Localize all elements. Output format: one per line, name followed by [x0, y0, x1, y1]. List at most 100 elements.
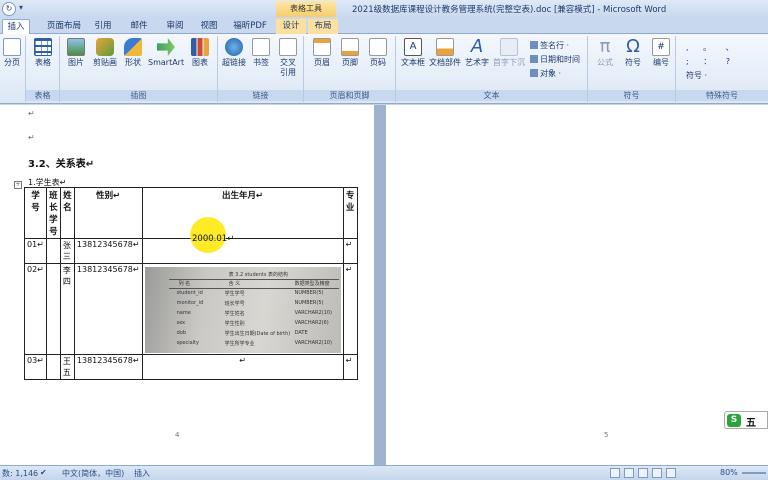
tab-view[interactable]: 视图: [196, 19, 222, 34]
birth-date-value[interactable]: 2000.01↵: [192, 234, 234, 244]
cell-name[interactable]: 王五: [59, 354, 75, 380]
window-controls[interactable]: [704, 2, 764, 16]
embedded-screenshot-image[interactable]: 表 3.2 students 表的结构 列 名 含 义 数据类型及精度 stud…: [144, 267, 341, 353]
symbol-button[interactable]: Ω 符号: [620, 38, 646, 68]
cell-major[interactable]: ↵: [342, 354, 358, 380]
image-cell: student_id: [176, 290, 203, 296]
cell-phone[interactable]: 13812345678↵: [73, 238, 143, 264]
cell-name[interactable]: 张三: [59, 238, 75, 264]
draft-view-icon[interactable]: [666, 468, 676, 478]
bookmark-icon: [252, 38, 270, 56]
hash-icon: #: [652, 38, 670, 56]
special-symbol-grid-1[interactable]: , 。 、: [686, 42, 740, 53]
tab-layout[interactable]: 布局: [308, 19, 338, 34]
page-4[interactable]: ↵ ↵ 3.2、关系表↵ + 1.学生表↵ 学号 班长学号 姓名 性别↵ 出生年…: [0, 105, 374, 465]
group-table: 表格 表格: [26, 36, 60, 102]
header-gender[interactable]: 性别↵: [73, 187, 143, 239]
page-number-label: 页码: [370, 58, 386, 67]
cross-reference-label: 交叉 引用: [280, 58, 296, 77]
image-cell: specialty: [176, 340, 199, 346]
table-icon: [34, 38, 52, 56]
cell-phone[interactable]: 13812345678↵: [73, 263, 143, 355]
tab-insert[interactable]: 插入: [2, 19, 30, 34]
cell-student-id[interactable]: 01↵: [24, 238, 47, 264]
cross-reference-button[interactable]: 交叉 引用: [276, 38, 300, 78]
symbol-label: 符号: [625, 58, 641, 67]
tab-mailings[interactable]: 邮件: [126, 19, 152, 34]
tab-review[interactable]: 审阅: [162, 19, 188, 34]
table-label: 表格: [35, 58, 51, 67]
tab-references[interactable]: 引用: [90, 19, 116, 34]
zoom-slider[interactable]: [742, 472, 766, 474]
numbering-button[interactable]: # 编号: [648, 38, 674, 68]
cell-monitor-id[interactable]: [45, 263, 61, 355]
cell-phone[interactable]: 13812345678↵: [73, 354, 143, 380]
group-text: A 文本框 文档部件 A 艺术字 首字下沉 签名行 · 日期和时间 对象 · 文…: [396, 36, 588, 102]
cell-birth-with-image[interactable]: 表 3.2 students 表的结构 列 名 含 义 数据类型及精度 stud…: [141, 263, 344, 355]
paragraph-mark: ↵: [28, 133, 35, 142]
cell-monitor-id[interactable]: [45, 354, 61, 380]
refresh-icon[interactable]: ↻: [2, 2, 16, 16]
object-button[interactable]: 对象 ·: [530, 68, 561, 79]
header-student-id[interactable]: 学号: [24, 187, 47, 239]
insert-mode-indicator[interactable]: 插入: [134, 468, 150, 479]
table-move-handle-icon[interactable]: +: [14, 181, 22, 189]
ime-mode[interactable]: 五: [746, 414, 756, 429]
ribbon: 分页 表格 表格 图片 剪贴画 形状 SmartArt 图表 插图 超链接 书签…: [0, 34, 768, 104]
special-symbol-grid-2[interactable]: ; ： ?: [686, 56, 736, 67]
group-illustrations: 图片 剪贴画 形状 SmartArt 图表 插图: [60, 36, 218, 102]
wordart-button[interactable]: A 艺术字: [462, 38, 492, 68]
outline-view-icon[interactable]: [652, 468, 662, 478]
page-number-button[interactable]: 页码: [366, 38, 390, 68]
header-birth[interactable]: 出生年月↵: [141, 187, 344, 239]
cell-birth[interactable]: ↵: [141, 354, 344, 380]
tab-foxit-pdf[interactable]: 福昕PDF: [230, 19, 270, 34]
cell-major[interactable]: ↵: [342, 263, 358, 355]
smartart-button[interactable]: SmartArt: [148, 38, 184, 68]
zoom-level[interactable]: 80%: [720, 468, 738, 477]
cell-birth[interactable]: [141, 238, 344, 264]
cell-monitor-id[interactable]: [45, 238, 61, 264]
page-5[interactable]: 5: [386, 105, 768, 465]
date-time-button[interactable]: 日期和时间: [530, 54, 580, 65]
equation-button[interactable]: π 公式: [592, 38, 618, 68]
hyperlink-label: 超链接: [222, 58, 246, 67]
web-layout-view-icon[interactable]: [638, 468, 648, 478]
cell-student-id[interactable]: 03↵: [24, 354, 47, 380]
page-break-button[interactable]: 分页: [0, 38, 24, 68]
quick-parts-button[interactable]: 文档部件: [428, 38, 462, 68]
tab-design[interactable]: 设计: [276, 19, 306, 34]
spellcheck-icon[interactable]: ✔: [40, 468, 47, 477]
word-count[interactable]: 数: 1,146: [2, 468, 38, 479]
quick-access-dropdown-icon[interactable]: ▾: [19, 3, 23, 12]
header-major[interactable]: 专业: [342, 187, 358, 239]
bookmark-button[interactable]: 书签: [250, 38, 272, 68]
header-name[interactable]: 姓名: [59, 187, 75, 239]
special-symbol-more-button[interactable]: 符号 ·: [686, 70, 707, 81]
status-bar: 数: 1,146 ✔ 中文(简体，中国) 插入 80%: [0, 465, 768, 480]
drop-cap-label: 首字下沉: [493, 58, 525, 67]
header-monitor-id[interactable]: 班长学号: [45, 187, 61, 239]
hyperlink-button[interactable]: 超链接: [220, 38, 248, 68]
shapes-button[interactable]: 形状: [122, 38, 144, 68]
cell-major[interactable]: ↵: [342, 238, 358, 264]
chart-button[interactable]: 图表: [188, 38, 212, 68]
text-box-button[interactable]: A 文本框: [400, 38, 426, 68]
clip-art-button[interactable]: 剪贴画: [90, 38, 120, 68]
cell-name[interactable]: 李四: [59, 263, 75, 355]
language-indicator[interactable]: 中文(简体，中国): [62, 468, 124, 479]
tab-page-layout[interactable]: 页面布局: [42, 19, 86, 34]
print-layout-view-icon[interactable]: [610, 468, 620, 478]
image-cell: VARCHAR2(10): [294, 340, 332, 346]
document-title: 2021级数据库课程设计教务管理系统(完整空表).doc [兼容模式] - Mi…: [352, 5, 667, 15]
full-screen-view-icon[interactable]: [624, 468, 634, 478]
ime-toolbar[interactable]: S 五: [724, 411, 768, 429]
signature-line-button[interactable]: 签名行 ·: [530, 40, 569, 51]
header-button[interactable]: 页眉: [310, 38, 334, 68]
table-button[interactable]: 表格: [30, 38, 56, 68]
footer-button[interactable]: 页脚: [338, 38, 362, 68]
student-table[interactable]: 学号 班长学号 姓名 性别↵ 出生年月↵ 专业 01↵ 张三 138123456…: [24, 187, 358, 380]
drop-cap-button[interactable]: 首字下沉: [492, 38, 526, 68]
cell-student-id[interactable]: 02↵: [24, 263, 47, 355]
picture-button[interactable]: 图片: [64, 38, 88, 68]
